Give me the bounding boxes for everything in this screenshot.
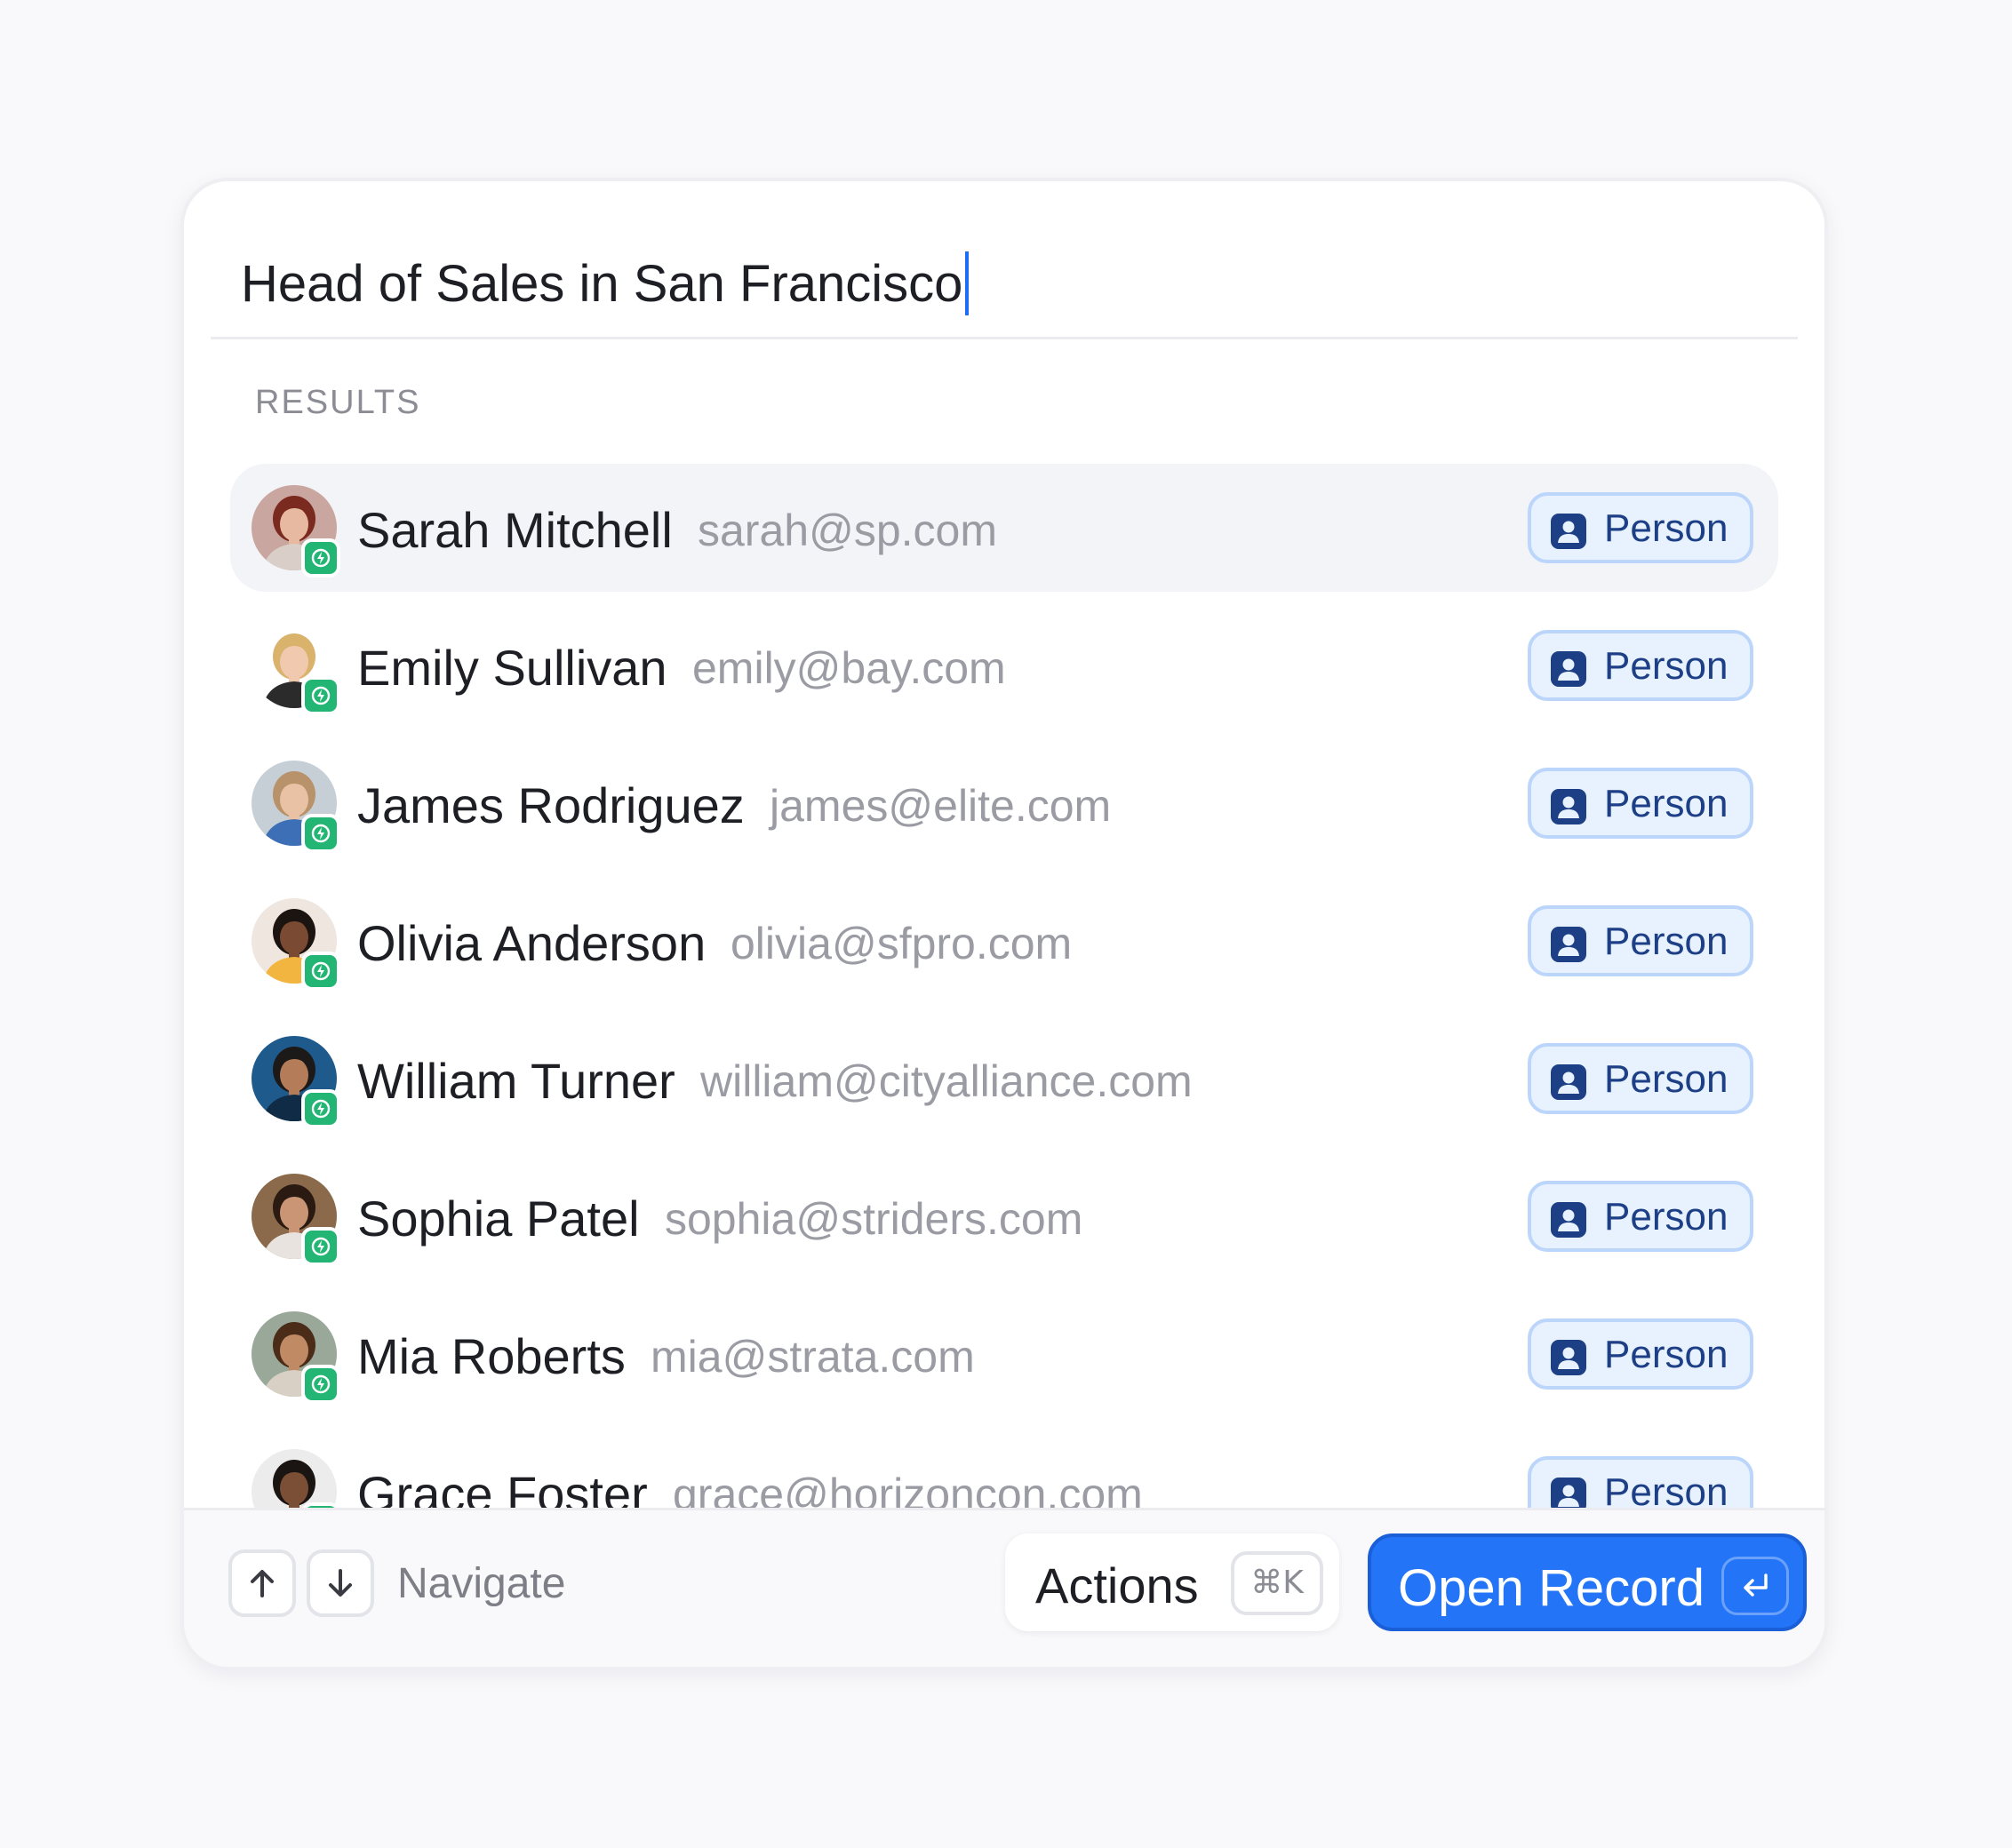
person-icon	[1551, 1340, 1586, 1375]
arrow-up-icon	[251, 1570, 274, 1597]
person-icon	[1551, 1202, 1586, 1238]
search-query[interactable]: Head of Sales in San Francisco	[241, 254, 962, 314]
bolt-icon	[301, 1365, 340, 1404]
result-email: william@cityalliance.com	[700, 1056, 1193, 1106]
type-badge: Person	[1528, 1043, 1753, 1114]
return-icon	[1744, 1573, 1768, 1597]
command-palette: Head of Sales in San Francisco RESULTS S…	[180, 178, 1828, 1670]
divider	[211, 337, 1798, 339]
results-section-label: RESULTS	[255, 384, 421, 421]
text-caret	[965, 251, 970, 315]
result-name: James Rodriguez	[357, 777, 745, 833]
person-icon	[1551, 514, 1586, 549]
result-row[interactable]: Emily Sullivan emily@bay.com Person	[230, 601, 1778, 729]
avatar	[252, 898, 340, 991]
result-name: William Turner	[357, 1053, 675, 1109]
bolt-icon	[301, 538, 340, 578]
actions-shortcut: ⌘K	[1231, 1551, 1323, 1615]
arrow-up-key[interactable]	[228, 1549, 296, 1617]
type-badge-label: Person	[1604, 644, 1729, 688]
enter-key	[1721, 1557, 1789, 1615]
result-email: olivia@sfpro.com	[731, 919, 1073, 968]
footer-bar: Navigate Actions ⌘K Open Record	[184, 1508, 1824, 1667]
bolt-icon	[301, 1089, 340, 1128]
results-list: Sarah Mitchell sarah@sp.com Person Emily…	[230, 464, 1778, 1667]
result-row[interactable]: William Turner william@cityalliance.com …	[230, 1015, 1778, 1143]
bolt-icon	[301, 952, 340, 991]
open-record-label: Open Record	[1398, 1559, 1705, 1617]
result-name: Mia Roberts	[357, 1328, 626, 1384]
type-badge: Person	[1528, 905, 1753, 976]
type-badge: Person	[1528, 630, 1753, 701]
result-row[interactable]: Sarah Mitchell sarah@sp.com Person	[230, 464, 1778, 592]
arrow-down-icon	[329, 1569, 352, 1597]
result-email: emily@bay.com	[692, 643, 1006, 693]
result-name: Olivia Anderson	[357, 915, 707, 971]
result-row[interactable]: James Rodriguez james@elite.com Person	[230, 739, 1778, 867]
type-badge: Person	[1528, 1181, 1753, 1252]
result-email: sarah@sp.com	[698, 506, 997, 555]
avatar	[252, 485, 340, 578]
type-badge-label: Person	[1604, 1057, 1729, 1101]
type-badge: Person	[1528, 1318, 1753, 1390]
bolt-icon	[301, 814, 340, 853]
result-email: mia@strata.com	[651, 1332, 975, 1382]
type-badge-label: Person	[1604, 506, 1729, 550]
search-field[interactable]: Head of Sales in San Francisco	[241, 235, 1768, 332]
type-badge-label: Person	[1604, 1195, 1729, 1239]
result-name: Emily Sullivan	[357, 640, 667, 696]
person-icon	[1551, 789, 1586, 824]
type-badge: Person	[1528, 768, 1753, 839]
result-row[interactable]: Sophia Patel sophia@striders.com Person	[230, 1152, 1778, 1280]
person-icon	[1551, 1064, 1586, 1100]
open-record-button[interactable]: Open Record	[1368, 1533, 1807, 1631]
avatar	[252, 1036, 340, 1128]
bolt-icon	[301, 1227, 340, 1266]
person-icon	[1551, 651, 1586, 687]
type-badge: Person	[1528, 492, 1753, 563]
person-icon	[1551, 927, 1586, 962]
actions-label: Actions	[1035, 1557, 1199, 1613]
result-email: james@elite.com	[770, 781, 1112, 831]
result-name: Sophia Patel	[357, 1191, 640, 1247]
avatar	[252, 761, 340, 853]
result-email: sophia@striders.com	[665, 1194, 1083, 1244]
avatar	[252, 1174, 340, 1266]
type-badge-label: Person	[1604, 782, 1729, 825]
arrow-down-key[interactable]	[307, 1549, 374, 1617]
type-badge-label: Person	[1604, 1333, 1729, 1376]
bolt-icon	[301, 676, 340, 715]
navigate-label: Navigate	[397, 1560, 566, 1607]
result-row[interactable]: Mia Roberts mia@strata.com Person	[230, 1290, 1778, 1418]
actions-button[interactable]: Actions ⌘K	[1005, 1533, 1339, 1631]
result-name: Sarah Mitchell	[357, 502, 673, 558]
result-row[interactable]: Olivia Anderson olivia@sfpro.com Person	[230, 877, 1778, 1005]
avatar	[252, 1311, 340, 1404]
type-badge-label: Person	[1604, 920, 1729, 963]
avatar	[252, 623, 340, 715]
